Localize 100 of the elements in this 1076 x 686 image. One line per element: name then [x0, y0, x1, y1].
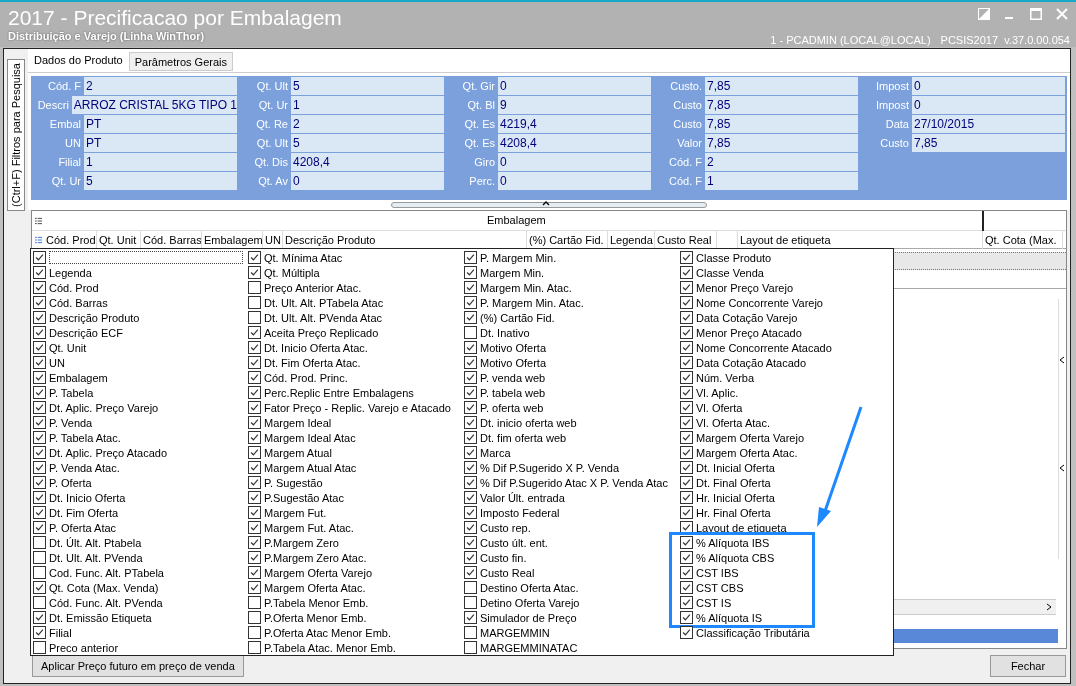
- checkbox-label[interactable]: Margem Fut. Atac.: [264, 520, 354, 535]
- checkbox-label[interactable]: % Alíquota CBS: [696, 550, 775, 565]
- checkbox[interactable]: [33, 296, 46, 309]
- checkbox-label[interactable]: Qt. Cota (Max. Venda): [49, 580, 159, 595]
- checkbox[interactable]: [248, 341, 261, 354]
- checkbox[interactable]: [33, 281, 46, 294]
- checkbox-label[interactable]: Motivo Oferta: [480, 355, 547, 370]
- checkbox-label[interactable]: Dt. Final Oferta: [696, 475, 771, 490]
- checkbox-label[interactable]: Dt. Ult. Alt. PTabela Atac: [264, 295, 384, 310]
- checkbox-label[interactable]: P.Oferta Menor Emb.: [264, 610, 367, 625]
- checkbox[interactable]: [33, 506, 46, 519]
- checkbox-label[interactable]: Dt. Aplic. Preço Varejo: [49, 400, 159, 415]
- checkbox[interactable]: [248, 596, 261, 609]
- checkbox-label[interactable]: Hr. Inicial Oferta: [696, 490, 775, 505]
- checkbox-label[interactable]: Margem Min.: [480, 265, 545, 280]
- checkbox-label[interactable]: Vl. Oferta Atac.: [696, 415, 770, 430]
- checkbox-label[interactable]: P. Venda: [49, 415, 93, 430]
- checkbox-label[interactable]: Data Cotação Varejo: [696, 310, 798, 325]
- checkbox-label[interactable]: Data Cotação Atacado: [696, 355, 807, 370]
- checkbox-label[interactable]: Imposto Federal: [480, 505, 560, 520]
- scroll-right-icon[interactable]: [1046, 603, 1052, 611]
- splitter-handle[interactable]: [391, 202, 707, 208]
- checkbox-label[interactable]: Dt. Inicio Oferta Atac.: [264, 340, 368, 355]
- checkbox-label[interactable]: Preço Anterior Atac.: [264, 280, 362, 295]
- checkbox[interactable]: [464, 581, 477, 594]
- checkbox-label[interactable]: Vl. Oferta: [696, 400, 743, 415]
- checkbox[interactable]: [464, 551, 477, 564]
- checkbox-label[interactable]: Filial: [49, 625, 72, 640]
- checkbox-label[interactable]: Margem Atual: [264, 445, 332, 460]
- checkbox[interactable]: [33, 476, 46, 489]
- checkbox-label[interactable]: Aceita Preço Replicado: [264, 325, 379, 340]
- checkbox-label[interactable]: % Dif P.Sugerido X P. Venda: [480, 460, 620, 475]
- checkbox[interactable]: [680, 446, 693, 459]
- checkbox-label[interactable]: P.Tabela Atac. Menor Emb.: [264, 640, 396, 655]
- checkbox-label[interactable]: Embalagem: [49, 370, 108, 385]
- checkbox[interactable]: [33, 386, 46, 399]
- checkbox[interactable]: [680, 341, 693, 354]
- checkbox[interactable]: [680, 356, 693, 369]
- checkbox[interactable]: [680, 251, 693, 264]
- checkbox[interactable]: [248, 296, 261, 309]
- checkbox[interactable]: [680, 461, 693, 474]
- checkbox[interactable]: [33, 461, 46, 474]
- checkbox-label[interactable]: Classe Venda: [696, 265, 764, 280]
- checkbox-label[interactable]: Menor Preço Atacado: [696, 325, 802, 340]
- checkbox-label[interactable]: Cód. Func. Alt. PVenda: [49, 595, 163, 610]
- checkbox[interactable]: [33, 641, 46, 654]
- checkbox[interactable]: [680, 296, 693, 309]
- checkbox-label[interactable]: Preco anterior: [49, 640, 119, 655]
- checkbox-label[interactable]: Custo últ. ent.: [480, 535, 548, 550]
- checkbox[interactable]: [680, 476, 693, 489]
- checkbox[interactable]: [680, 506, 693, 519]
- checkbox[interactable]: [464, 251, 477, 264]
- checkbox[interactable]: [464, 296, 477, 309]
- checkbox-label[interactable]: Margem Oferta Varejo: [696, 430, 804, 445]
- checkbox-label[interactable]: Fator Preço - Replic. Varejo e Atacado: [264, 400, 451, 415]
- checkbox-label[interactable]: Margem Fut.: [264, 505, 327, 520]
- checkbox-label[interactable]: Margem Oferta Atac.: [264, 580, 366, 595]
- checkbox[interactable]: [33, 446, 46, 459]
- checkbox-label[interactable]: P. Oferta Atac: [49, 520, 117, 535]
- checkbox[interactable]: [248, 371, 261, 384]
- checkbox[interactable]: [248, 521, 261, 534]
- checkbox[interactable]: [248, 461, 261, 474]
- checkbox-label[interactable]: Legenda: [49, 265, 92, 280]
- checkbox[interactable]: [248, 641, 261, 654]
- checkbox[interactable]: [33, 416, 46, 429]
- checkbox[interactable]: [680, 596, 693, 609]
- checkbox[interactable]: [464, 401, 477, 414]
- checkbox[interactable]: [248, 386, 261, 399]
- checkbox[interactable]: [33, 521, 46, 534]
- checkbox[interactable]: [33, 566, 46, 579]
- checkbox[interactable]: [680, 431, 693, 444]
- checkbox[interactable]: [248, 266, 261, 279]
- checkbox-label[interactable]: Dt. Inativo: [480, 325, 530, 340]
- checkbox-label[interactable]: Cód. Prod. Princ.: [264, 370, 348, 385]
- checkbox[interactable]: [33, 341, 46, 354]
- checkbox-label[interactable]: Classificação Tributária: [696, 625, 810, 640]
- checkbox[interactable]: [248, 326, 261, 339]
- checkbox[interactable]: [464, 416, 477, 429]
- checkbox[interactable]: [248, 401, 261, 414]
- checkbox[interactable]: [680, 416, 693, 429]
- checkbox-label[interactable]: P. Tabela: [49, 385, 94, 400]
- checkbox[interactable]: [33, 596, 46, 609]
- checkbox[interactable]: [33, 611, 46, 624]
- checkbox[interactable]: [464, 266, 477, 279]
- checkbox[interactable]: [680, 281, 693, 294]
- checkbox[interactable]: [464, 536, 477, 549]
- checkbox-label[interactable]: Dt. fim oferta web: [480, 430, 567, 445]
- checkbox-label[interactable]: Valor Últ. entrada: [480, 490, 565, 505]
- collapse-icon[interactable]: [1059, 464, 1065, 472]
- checkbox-label[interactable]: P. oferta web: [480, 400, 544, 415]
- checkbox[interactable]: [248, 251, 261, 264]
- checkbox[interactable]: [680, 311, 693, 324]
- checkbox-label[interactable]: P. Oferta: [49, 475, 92, 490]
- checkbox-label[interactable]: Nome Concorrente Varejo: [696, 295, 823, 310]
- checkbox-label[interactable]: Custo rep.: [480, 520, 531, 535]
- checkbox[interactable]: [33, 551, 46, 564]
- checkbox-label[interactable]: Perc.Replic Entre Embalagens: [264, 385, 414, 400]
- checkbox-label[interactable]: Margem Ideal Atac: [264, 430, 356, 445]
- checkbox-label[interactable]: Detino Oferta Varejo: [480, 595, 580, 610]
- checkbox[interactable]: [33, 536, 46, 549]
